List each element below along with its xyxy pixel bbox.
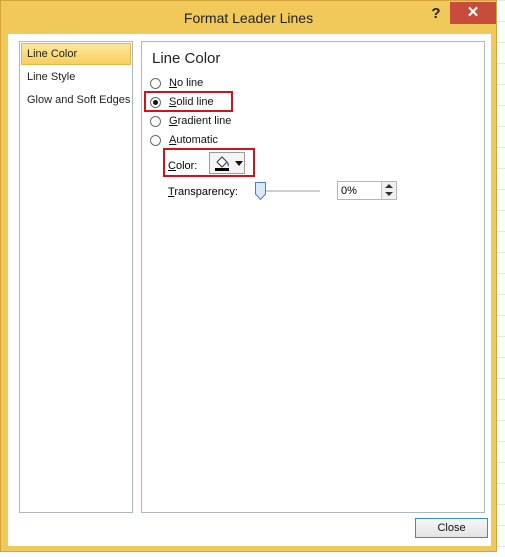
nav-item-line-style[interactable]: Line Style <box>21 66 131 88</box>
radio-automatic[interactable] <box>150 134 161 146</box>
transparency-slider-thumb[interactable] <box>255 182 266 200</box>
transparency-label: Transparency: <box>168 186 238 198</box>
option-gradient-line[interactable]: Gradient line <box>150 113 231 129</box>
radio-gradient-line[interactable] <box>150 115 161 127</box>
window-close-button[interactable]: ✕ <box>450 2 496 24</box>
transparency-spinbox[interactable]: 0% <box>337 181 397 200</box>
solid-line-highlight-box <box>144 91 233 112</box>
line-color-panel: Line Color No line Solid line Gradient l… <box>141 41 485 513</box>
radio-no-line[interactable] <box>150 77 161 89</box>
title-bar[interactable]: Format Leader Lines ? ✕ <box>1 1 496 34</box>
spin-up-icon[interactable] <box>385 184 393 188</box>
color-highlight-box <box>163 148 255 177</box>
help-button[interactable]: ? <box>426 5 446 23</box>
spin-down-icon[interactable] <box>385 192 393 196</box>
category-list: Line Color Line Style Glow and Soft Edge… <box>19 41 133 513</box>
close-button[interactable]: Close <box>415 518 488 538</box>
option-no-line-label: No line <box>169 77 204 89</box>
option-automatic[interactable]: Automatic <box>150 132 218 148</box>
option-gradient-line-label: Gradient line <box>169 115 232 127</box>
spin-buttons[interactable] <box>381 182 396 199</box>
format-leader-lines-dialog: Format Leader Lines ? ✕ Line Color Line … <box>0 0 497 552</box>
option-automatic-label: Automatic <box>169 134 218 146</box>
option-no-line[interactable]: No line <box>150 75 203 91</box>
transparency-slider-track[interactable] <box>260 190 320 192</box>
transparency-value[interactable]: 0% <box>341 185 357 197</box>
nav-item-line-color[interactable]: Line Color <box>21 43 131 65</box>
dialog-body: Line Color Line Style Glow and Soft Edge… <box>8 34 491 546</box>
dialog-title: Format Leader Lines <box>183 10 314 26</box>
nav-item-glow-soft-edges[interactable]: Glow and Soft Edges <box>21 89 131 111</box>
panel-heading: Line Color <box>152 50 221 67</box>
